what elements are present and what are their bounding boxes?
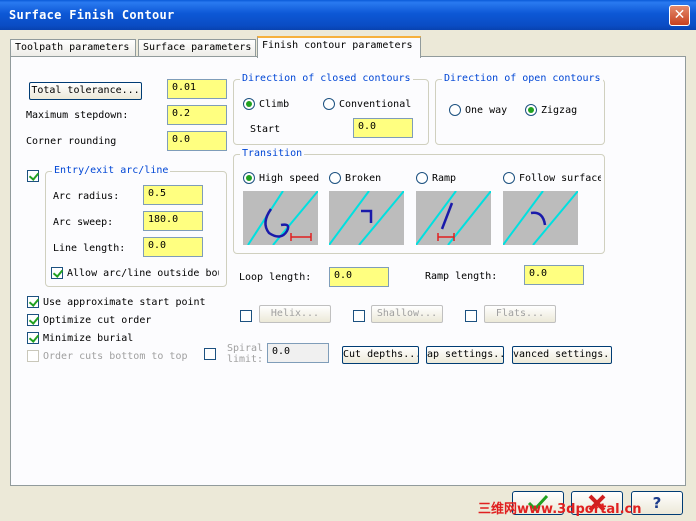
climb-radio[interactable] <box>243 98 255 110</box>
start-label: Start <box>250 124 281 135</box>
closed-contours-label: Direction of closed contours <box>240 73 413 84</box>
corner-rounding-field[interactable]: 0.0 <box>167 131 227 151</box>
one-way-radio[interactable] <box>449 104 461 116</box>
watermark: 三维网www.3dportal.cn <box>478 502 642 517</box>
approx-start-checkbox[interactable] <box>27 296 39 308</box>
follow-surface-preview <box>503 191 578 245</box>
total-tolerance-field[interactable]: 0.01 <box>167 79 227 99</box>
high-speed-preview-icon <box>247 191 318 245</box>
line-length-label: Line length: <box>53 243 126 254</box>
optimize-cut-checkbox[interactable] <box>27 314 39 326</box>
spiral-checkbox[interactable] <box>204 348 216 360</box>
high-speed-label: High speed <box>259 173 320 184</box>
minimize-burial-label: Minimize burial <box>43 333 134 344</box>
tab-toolpath-parameters[interactable]: Toolpath parameters <box>10 39 136 57</box>
conventional-radio[interactable] <box>323 98 335 110</box>
ramp-length-field[interactable]: 0.0 <box>524 265 584 285</box>
allow-outside-checkbox[interactable] <box>51 267 63 279</box>
tab-surface-parameters[interactable]: Surface parameters <box>138 39 256 57</box>
line-length-field[interactable]: 0.0 <box>143 237 203 257</box>
broken-label: Broken <box>345 173 382 184</box>
broken-preview-icon <box>329 191 404 245</box>
arc-radius-field[interactable]: 0.5 <box>143 185 203 205</box>
climb-label: Climb <box>259 99 290 110</box>
flats-button[interactable]: Flats... <box>484 305 556 323</box>
cut-depths-button[interactable]: Cut depths... <box>342 346 419 364</box>
ramp-preview <box>416 191 491 245</box>
allow-outside-label: Allow arc/line outside bou <box>67 268 219 279</box>
broken-preview <box>329 191 404 245</box>
approx-start-label: Use approximate start point <box>43 297 206 308</box>
one-way-label: One way <box>465 105 508 116</box>
closed-contours-group: Direction of closed contours Climb Conve… <box>233 73 429 145</box>
ramp-length-label: Ramp length: <box>425 271 498 282</box>
arc-radius-label: Arc radius: <box>53 191 120 202</box>
ramp-preview-icon <box>416 191 491 245</box>
entry-exit-checkbox[interactable] <box>27 170 39 182</box>
title-bar: Surface Finish Contour ✕ <box>0 0 696 30</box>
advanced-settings-button[interactable]: vanced settings... <box>512 346 612 364</box>
arc-sweep-field[interactable]: 180.0 <box>143 211 203 231</box>
max-stepdown-field[interactable]: 0.2 <box>167 105 227 125</box>
start-field[interactable]: 0.0 <box>353 118 413 138</box>
zigzag-label: Zigzag <box>541 105 578 116</box>
conventional-label: Conventional <box>339 99 412 110</box>
ramp-label: Ramp <box>432 173 457 184</box>
shallow-button[interactable]: Shallow... <box>371 305 443 323</box>
open-contours-label: Direction of open contours <box>442 73 603 84</box>
transition-label: Transition <box>240 148 305 159</box>
shallow-checkbox[interactable] <box>353 310 365 322</box>
minimize-burial-checkbox[interactable] <box>27 332 39 344</box>
helix-button[interactable]: Helix... <box>259 305 331 323</box>
tab-finish-contour-parameters[interactable]: Finish contour parameters <box>257 36 421 58</box>
max-stepdown-label: Maximum stepdown: <box>26 110 129 121</box>
loop-length-field[interactable]: 0.0 <box>329 267 389 287</box>
flats-checkbox[interactable] <box>465 310 477 322</box>
order-cuts-label: Order cuts bottom to top <box>43 351 188 362</box>
total-tolerance-button[interactable]: Total tolerance... <box>29 82 142 100</box>
zigzag-radio[interactable] <box>525 104 537 116</box>
helix-checkbox[interactable] <box>240 310 252 322</box>
optimize-cut-label: Optimize cut order <box>43 315 152 326</box>
transition-group: Transition High speed Broken Ramp Follow… <box>233 148 605 254</box>
gap-settings-button[interactable]: ap settings... <box>426 346 504 364</box>
broken-radio[interactable] <box>329 172 341 184</box>
entry-exit-group-label: Entry/exit arc/line <box>52 165 171 176</box>
follow-surface-label: Follow surface <box>519 173 601 184</box>
entry-exit-group: Entry/exit arc/line Arc radius: 0.5 Arc … <box>45 165 227 287</box>
follow-surface-radio[interactable] <box>503 172 515 184</box>
high-speed-preview <box>243 191 318 245</box>
window-title: Surface Finish Contour <box>9 8 175 22</box>
spiral-limit-field[interactable]: 0.0 <box>267 343 329 363</box>
tab-panel: Total tolerance... 0.01 Maximum stepdown… <box>10 56 686 486</box>
spiral-limit-label: Spiral limit: <box>226 343 264 365</box>
order-cuts-checkbox[interactable] <box>27 350 39 362</box>
follow-surface-preview-icon <box>503 191 578 245</box>
arc-sweep-label: Arc sweep: <box>53 217 114 228</box>
corner-rounding-label: Corner rounding <box>26 136 117 147</box>
high-speed-radio[interactable] <box>243 172 255 184</box>
close-button[interactable]: ✕ <box>669 5 690 26</box>
open-contours-group: Direction of open contours One way Zigza… <box>435 73 605 145</box>
ramp-radio[interactable] <box>416 172 428 184</box>
loop-length-label: Loop length: <box>239 272 312 283</box>
